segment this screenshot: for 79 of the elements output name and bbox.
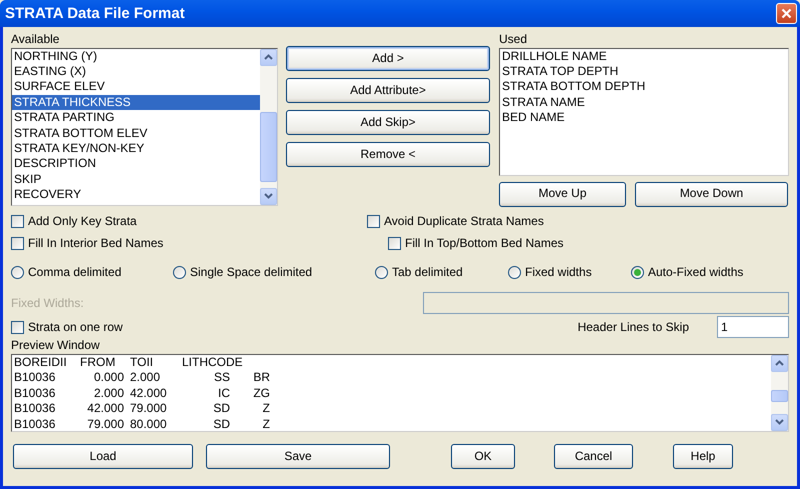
list-item[interactable]: STRATA BOTTOM DEPTH <box>500 79 788 95</box>
input-field[interactable]: 1 <box>717 316 789 338</box>
preview-cell-text: B10036 <box>14 416 56 431</box>
column-header: FROM <box>80 354 116 370</box>
checkbox[interactable]: Add Only Key Strata <box>11 214 367 230</box>
preview-cell-text: SD <box>212 416 231 431</box>
list-box[interactable]: NORTHING (Y) EASTING (X) SURFACE ELEV STRATA THICKNESS STRATA PARTING STRATA BOTTOM ELEV STRATA KEY/NON-KEY DESCRIPTION SKIP RECOVERY <box>11 48 278 206</box>
column-header: LITHCODE <box>182 354 244 370</box>
preview-cell-text: ZG <box>252 386 271 402</box>
list-item[interactable]: DRILLHOLE NAME <box>500 48 788 64</box>
column-header: TOII <box>130 354 154 370</box>
list-label: Available <box>11 32 60 48</box>
scroll-down-button[interactable] <box>260 188 277 205</box>
scroll-up-button[interactable] <box>260 48 277 66</box>
scroll-thumb[interactable] <box>771 390 788 402</box>
preview-cell-text: IC <box>217 386 231 402</box>
list-box[interactable]: DRILLHOLE NAME STRATA TOP DEPTH STRATA BOTTOM DEPTH STRATA NAME BED NAME <box>499 48 789 176</box>
close-button[interactable] <box>776 3 797 24</box>
close-icon <box>781 8 792 19</box>
preview-cell-text: B10036 <box>14 401 56 417</box>
dialog-button[interactable]: Cancel <box>554 444 633 469</box>
preview-cell-text: 80.000 <box>130 416 168 431</box>
preview-cell-text: 2.000 <box>130 370 162 386</box>
action-button[interactable]: Add > <box>286 46 490 71</box>
checkbox[interactable]: Fill In Top/Bottom Bed Names <box>388 236 743 252</box>
preview-cell-text: SS <box>212 370 231 386</box>
action-button[interactable]: Add Skip> <box>286 110 490 135</box>
radio-button[interactable]: Fixed widths <box>508 264 631 280</box>
list-item[interactable]: RECOVERY <box>12 187 260 203</box>
scroll-up-button[interactable] <box>771 354 788 372</box>
preview-cell-text: 42.000 <box>86 401 125 417</box>
preview-cell-text: 2.000 <box>92 386 125 402</box>
window-title: STRATA Data File Format <box>5 4 185 24</box>
scroll-down-button[interactable] <box>771 414 788 431</box>
scrollbar[interactable] <box>260 48 277 205</box>
list-item[interactable]: STRATA BOTTOM ELEV <box>12 126 260 142</box>
list-item[interactable]: BED NAME <box>500 110 788 126</box>
list-item[interactable]: STRATA KEY/NON-KEY <box>12 141 260 156</box>
dialog-button[interactable]: OK <box>451 444 515 469</box>
preview-cell-text: 79.000 <box>86 416 125 431</box>
radio-button[interactable]: Comma delimited <box>11 264 173 280</box>
list-item[interactable]: NORTHING (Y) <box>12 48 260 64</box>
move-button[interactable]: Move Down <box>635 182 788 207</box>
preview-cell-text: Z <box>262 401 271 417</box>
preview-cell-text: BR <box>252 370 271 386</box>
radio-button[interactable]: Single Space delimited <box>173 264 375 280</box>
list-item[interactable]: SKIP <box>12 172 260 188</box>
dialog-button[interactable]: Help <box>673 444 733 469</box>
radio-button[interactable]: Auto-Fixed widths <box>631 264 789 280</box>
checkbox[interactable]: Avoid Duplicate Strata Names <box>367 214 743 230</box>
list-item[interactable]: STRATA PARTING <box>12 110 260 126</box>
preview-cell-text: B10036 <box>14 370 56 386</box>
checkbox[interactable]: Strata on one row <box>11 320 123 336</box>
preview-cell-text: 0.000 <box>92 370 125 386</box>
list-label: Used <box>499 32 528 48</box>
preview-cell-text: 42.000 <box>130 386 168 402</box>
dialog-button[interactable]: Save <box>206 444 390 469</box>
field-label: Header Lines to Skip <box>578 320 689 336</box>
preview-cell-text: B10036 <box>14 386 56 402</box>
list-item[interactable]: DESCRIPTION <box>12 156 260 172</box>
field-label: Fixed Widths: <box>11 296 84 312</box>
preview-cell-text: Z <box>262 416 271 431</box>
list-item[interactable]: STRATA TOP DEPTH <box>500 64 788 80</box>
list-item[interactable]: EASTING (X) <box>12 64 260 80</box>
preview-cell-text: SD <box>212 401 231 417</box>
column-header: BOREIDII <box>14 354 68 370</box>
action-button[interactable]: Add Attribute> <box>286 78 490 103</box>
list-item[interactable]: STRATA THICKNESS <box>12 94 260 110</box>
action-button[interactable]: Remove < <box>286 142 490 167</box>
list-item[interactable]: STRATA NAME <box>500 94 788 110</box>
list-item[interactable]: SURFACE ELEV <box>12 79 260 95</box>
dialog-button[interactable]: Load <box>13 444 193 469</box>
move-button[interactable]: Move Up <box>499 182 626 207</box>
checkbox[interactable]: Fill In Interior Bed Names <box>11 236 367 252</box>
list-label: Preview Window <box>11 338 101 354</box>
scroll-thumb[interactable] <box>260 112 277 182</box>
radio-button[interactable]: Tab delimited <box>375 264 508 280</box>
scrollbar[interactable] <box>771 354 788 431</box>
preview-cell-text: 79.000 <box>130 401 168 417</box>
